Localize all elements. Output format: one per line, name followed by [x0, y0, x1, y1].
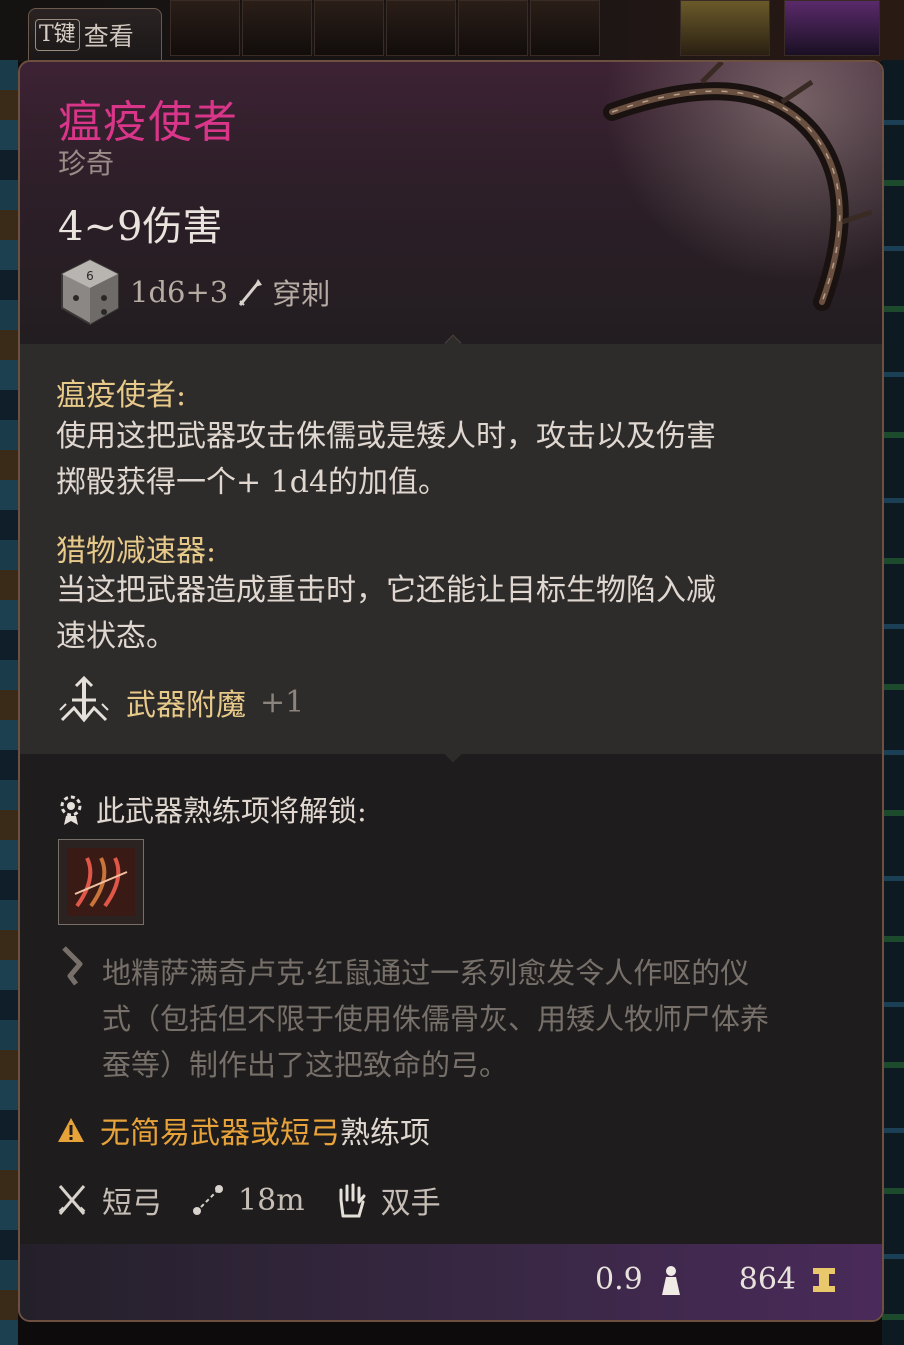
proficiency-label: 此武器熟练项将解锁: [96, 794, 367, 828]
inventory-slot[interactable] [170, 0, 240, 56]
hands-stat: 双手 [335, 1178, 441, 1222]
passive-title: 猎物减速器: [56, 534, 217, 569]
lore-line: 蚕等）制作出了这把致命的弓。 [102, 1048, 509, 1082]
passive-line: 掷骰获得一个+ 1d4的加值。 [56, 465, 449, 500]
item-value: 864 [738, 1262, 796, 1297]
warning-text: 无简易武器或短弓熟练项 [100, 1108, 430, 1152]
lore-text: 地精萨满奇卢克·红鼠通过一系列愈发令人作呕的仪 式（包括但不限于使用侏儒骨灰、用… [102, 950, 852, 1088]
passive-line: 当这把武器造成重击时，它还能让目标生物陷入减 [56, 573, 716, 608]
enchant-label: 武器附魔 [126, 688, 246, 723]
inventory-slot[interactable] [530, 0, 600, 56]
tooltip-footer: 0.9 864 [20, 1244, 882, 1320]
enchant-icon [59, 675, 109, 723]
item-tooltip: 瘟疫使者 珍奇 4~9伤害 6 1d6+3 穿刺 瘟疫使者: 使用这把武器攻击侏… [18, 60, 884, 1322]
inventory-slot[interactable] [386, 0, 456, 56]
tooltip-header: 瘟疫使者 珍奇 4~9伤害 6 1d6+3 穿刺 [20, 62, 882, 344]
range-stat: 18m [192, 1182, 305, 1218]
hotkey-key: T键 [35, 18, 80, 51]
weapon-stats-row: 短弓 18m 双手 [56, 1178, 471, 1222]
lore-icon [62, 946, 83, 986]
warning-row: 无简易武器或短弓熟练项 [56, 1108, 430, 1152]
proficiency-row: 此武器熟练项将解锁: [56, 788, 367, 830]
crossed-swords-icon [58, 1185, 86, 1215]
passive-title: 瘟疫使者: [56, 378, 187, 413]
range: 18m [238, 1182, 305, 1218]
range-icon [193, 1185, 223, 1215]
item-weight: 0.9 [595, 1262, 643, 1297]
inventory-slot[interactable] [680, 0, 770, 56]
weight-icon [661, 1265, 680, 1295]
footer-stats: 0.9 864 [595, 1262, 838, 1297]
dice-icon: 6 [61, 258, 119, 326]
item-damage: 4~9伤害 [58, 204, 223, 250]
enchant-value: +1 [260, 684, 305, 720]
unlock-skill-slot[interactable] [58, 839, 144, 925]
pierce-icon [239, 279, 263, 306]
passive-line: 使用这把武器攻击侏儒或是矮人时，攻击以及伤害 [56, 419, 716, 454]
weapon-type: 短弓 [102, 1186, 162, 1221]
warning-icon [58, 1118, 84, 1142]
svg-text:6: 6 [86, 269, 94, 283]
gold-icon [813, 1267, 835, 1292]
item-name: 瘟疫使者 [58, 97, 238, 148]
inventory-left-strip [0, 60, 18, 1345]
lore-line: 地精萨满奇卢克·红鼠通过一系列愈发令人作呕的仪 [102, 956, 750, 990]
passive-description: 当这把武器造成重击时，它还能让目标生物陷入减 速状态。 [56, 568, 776, 660]
warning-rest: 熟练项 [340, 1116, 430, 1151]
damage-dice-row: 6 1d6+3 穿刺 [58, 258, 330, 326]
hand-icon [339, 1183, 366, 1218]
inventory-slot[interactable] [784, 0, 880, 56]
gear-icon [60, 795, 82, 825]
hands: 双手 [380, 1186, 441, 1221]
weapon-type-stat: 短弓 [56, 1178, 162, 1222]
damage-type: 穿刺 [272, 277, 331, 311]
lore-line: 式（包括但不限于使用侏儒骨灰、用矮人牧师尸体养 [102, 1002, 770, 1036]
inventory-slot[interactable] [314, 0, 384, 56]
bow-icon [572, 62, 882, 342]
skill-icon [67, 848, 135, 916]
hotkey-label: 查看 [83, 21, 134, 51]
warning-highlight: 无简易武器或短弓 [100, 1116, 340, 1151]
item-rarity: 珍奇 [58, 147, 115, 180]
inspect-hotkey-tab[interactable]: T键 查看 [28, 8, 162, 60]
enchant-row: 武器附魔 +1 [56, 674, 304, 730]
passive-line: 速状态。 [56, 619, 176, 654]
damage-dice: 1d6+3 [130, 275, 229, 309]
passive-description: 使用这把武器攻击侏儒或是矮人时，攻击以及伤害 掷骰获得一个+ 1d4的加值。 [56, 414, 776, 506]
inventory-slot[interactable] [242, 0, 312, 56]
inventory-right-strip [882, 60, 904, 1345]
inventory-slot[interactable] [458, 0, 528, 56]
